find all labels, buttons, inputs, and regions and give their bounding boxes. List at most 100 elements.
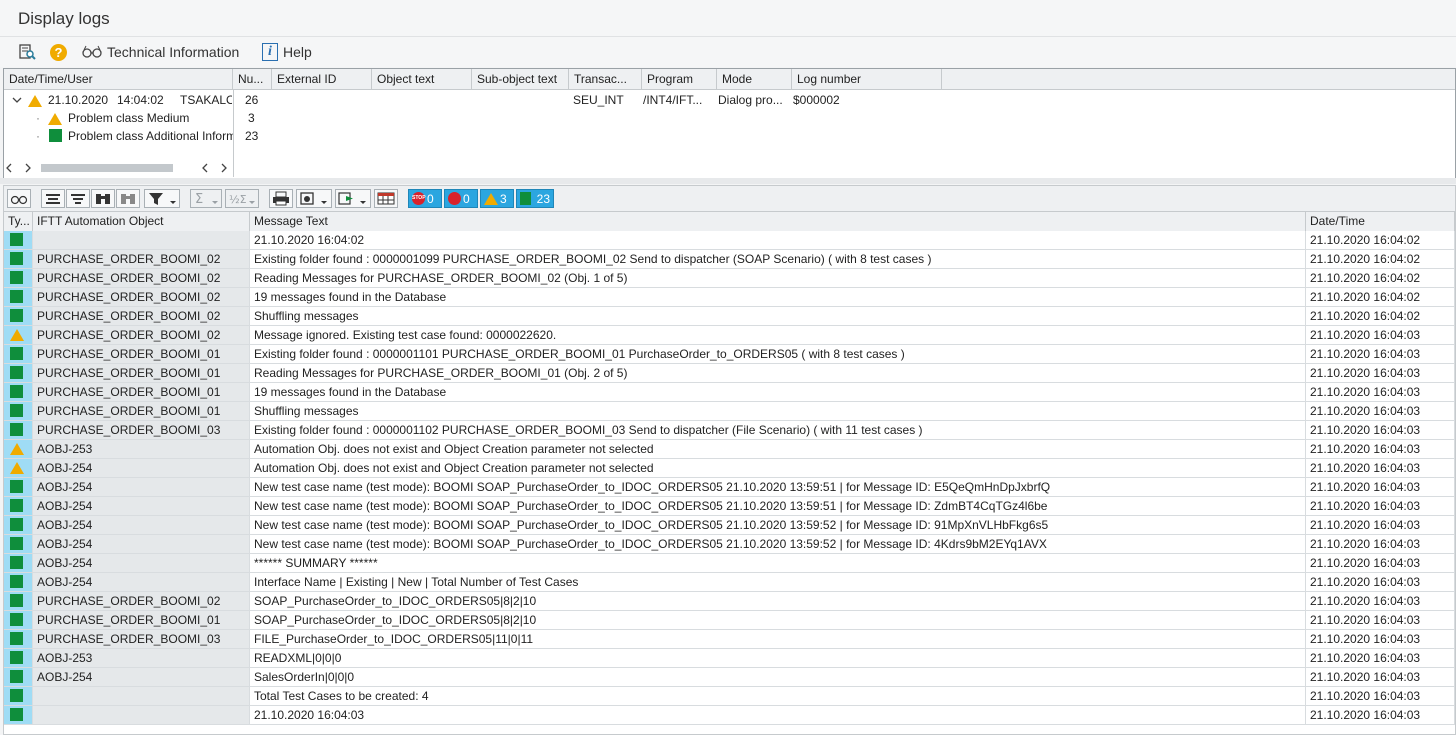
success-square-icon bbox=[10, 670, 23, 683]
table-row[interactable]: PURCHASE_ORDER_BOOMI_02 SOAP_PurchaseOrde… bbox=[4, 592, 1455, 611]
tree-col-number[interactable]: Nu... bbox=[233, 69, 272, 89]
table-row[interactable]: AOBJ-253 READXML|0|0|0 21.10.2020 16:04:03 bbox=[4, 649, 1455, 668]
object-cell: PURCHASE_ORDER_BOOMI_01 bbox=[33, 364, 250, 382]
tree-col-external-id[interactable]: External ID bbox=[272, 69, 372, 89]
object-cell: AOBJ-254 bbox=[33, 516, 250, 534]
table-row[interactable]: PURCHASE_ORDER_BOOMI_02 19 messages found… bbox=[4, 288, 1455, 307]
table-row[interactable]: PURCHASE_ORDER_BOOMI_01 Reading Messages … bbox=[4, 364, 1455, 383]
grid-col-type[interactable]: Ty... bbox=[4, 212, 33, 231]
datetime-cell: 21.10.2020 16:04:03 bbox=[1306, 440, 1455, 458]
print-button[interactable] bbox=[269, 189, 293, 208]
table-row[interactable]: PURCHASE_ORDER_BOOMI_01 Shuffling message… bbox=[4, 402, 1455, 421]
table-row[interactable]: PURCHASE_ORDER_BOOMI_02 Existing folder f… bbox=[4, 250, 1455, 269]
type-cell bbox=[4, 592, 33, 610]
table-row[interactable]: PURCHASE_ORDER_BOOMI_01 Existing folder f… bbox=[4, 345, 1455, 364]
message-cell: New test case name (test mode): BOOMI SO… bbox=[250, 516, 1306, 534]
table-row[interactable]: Total Test Cases to be created: 4 21.10.2… bbox=[4, 687, 1455, 706]
counter-error[interactable]: 0 bbox=[444, 189, 478, 208]
tree-header: Date/Time/User Nu... External ID Object … bbox=[4, 69, 1455, 90]
table-row[interactable]: PURCHASE_ORDER_BOOMI_02 Message ignored. … bbox=[4, 326, 1455, 345]
table-row[interactable]: AOBJ-254 New test case name (test mode): … bbox=[4, 516, 1455, 535]
pane-splitter[interactable]: ..... bbox=[0, 178, 1456, 188]
success-square-icon bbox=[10, 689, 23, 702]
tree-col-object-text[interactable]: Object text bbox=[372, 69, 472, 89]
grid-col-message[interactable]: Message Text bbox=[250, 212, 1306, 231]
table-row[interactable]: PURCHASE_ORDER_BOOMI_01 SOAP_PurchaseOrde… bbox=[4, 611, 1455, 630]
type-cell bbox=[4, 554, 33, 572]
tree-col-mode[interactable]: Mode bbox=[717, 69, 792, 89]
object-cell: PURCHASE_ORDER_BOOMI_01 bbox=[33, 345, 250, 363]
table-row[interactable]: AOBJ-253 Automation Obj. does not exist a… bbox=[4, 440, 1455, 459]
type-cell bbox=[4, 497, 33, 515]
table-row[interactable]: 21.10.2020 16:04:03 21.10.2020 16:04:03 bbox=[4, 706, 1455, 725]
tree-row-problem-medium[interactable]: · Problem class Medium 3 bbox=[4, 109, 1455, 127]
counter-success[interactable]: 23 bbox=[516, 189, 554, 208]
chevron-down-icon[interactable] bbox=[12, 91, 22, 109]
grid-col-object[interactable]: IFTT Automation Object bbox=[33, 212, 250, 231]
table-row[interactable]: AOBJ-254 ****** SUMMARY ****** 21.10.2020 … bbox=[4, 554, 1455, 573]
tree-horizontal-scrollbar[interactable] bbox=[4, 160, 233, 176]
table-row[interactable]: PURCHASE_ORDER_BOOMI_03 Existing folder f… bbox=[4, 421, 1455, 440]
help-circle-button[interactable]: ? bbox=[50, 41, 67, 63]
type-cell bbox=[4, 402, 33, 420]
object-cell: AOBJ-254 bbox=[33, 459, 250, 477]
object-cell bbox=[33, 706, 250, 724]
subtotal-button[interactable]: ½Σ bbox=[225, 189, 259, 208]
table-row[interactable]: PURCHASE_ORDER_BOOMI_03 FILE_PurchaseOrde… bbox=[4, 630, 1455, 649]
tree-col-sub-object-text[interactable]: Sub-object text bbox=[472, 69, 569, 89]
object-cell: AOBJ-253 bbox=[33, 440, 250, 458]
counter-warning-value: 3 bbox=[500, 191, 507, 206]
table-row[interactable]: AOBJ-254 Interface Name | Existing | New … bbox=[4, 573, 1455, 592]
tree-col-datetime[interactable]: Date/Time/User bbox=[4, 69, 233, 89]
success-square-icon bbox=[10, 233, 23, 246]
table-row[interactable]: AOBJ-254 SalesOrderIn|0|0|0 21.10.2020 16:… bbox=[4, 668, 1455, 687]
sort-ascending-button[interactable] bbox=[41, 189, 65, 208]
find-next-button[interactable] bbox=[116, 189, 140, 208]
grid-col-datetime[interactable]: Date/Time bbox=[1306, 212, 1455, 231]
export-button[interactable] bbox=[335, 189, 371, 208]
table-row[interactable]: PURCHASE_ORDER_BOOMI_02 Shuffling message… bbox=[4, 307, 1455, 326]
views-button[interactable] bbox=[296, 189, 332, 208]
find-button[interactable] bbox=[91, 189, 115, 208]
message-cell: Shuffling messages bbox=[250, 307, 1306, 325]
counter-stop[interactable]: STOP 0 bbox=[408, 189, 442, 208]
datetime-cell: 21.10.2020 16:04:03 bbox=[1306, 326, 1455, 344]
inspect-icon bbox=[19, 44, 36, 60]
layout-button[interactable] bbox=[374, 189, 398, 208]
counter-stop-value: 0 bbox=[427, 191, 434, 206]
datetime-cell: 21.10.2020 16:04:03 bbox=[1306, 535, 1455, 553]
total-button[interactable]: Σ bbox=[190, 189, 222, 208]
table-row[interactable]: PURCHASE_ORDER_BOOMI_02 Reading Messages … bbox=[4, 269, 1455, 288]
counter-error-value: 0 bbox=[463, 191, 470, 206]
success-square-icon bbox=[10, 252, 23, 265]
success-square-icon bbox=[10, 385, 23, 398]
sort-descending-button[interactable] bbox=[66, 189, 90, 208]
svg-text:½Σ: ½Σ bbox=[229, 193, 247, 206]
technical-information-button[interactable]: Technical Information bbox=[82, 41, 239, 63]
tree-row-problem-additional[interactable]: · Problem class Additional Inform 23 bbox=[4, 127, 1455, 145]
tree-row-root[interactable]: 21.10.2020 14:04:02 TSAKALO 26 SEU_INT /… bbox=[4, 91, 1455, 109]
tree-child-label: Problem class Additional Inform bbox=[68, 129, 233, 143]
message-cell: 19 messages found in the Database bbox=[250, 288, 1306, 306]
inspect-log-button[interactable] bbox=[18, 41, 36, 63]
details-button[interactable] bbox=[7, 189, 31, 208]
table-row[interactable]: AOBJ-254 New test case name (test mode): … bbox=[4, 535, 1455, 554]
table-row[interactable]: AOBJ-254 New test case name (test mode): … bbox=[4, 497, 1455, 516]
table-row[interactable]: AOBJ-254 Automation Obj. does not exist a… bbox=[4, 459, 1455, 478]
table-row[interactable]: PURCHASE_ORDER_BOOMI_01 19 messages found… bbox=[4, 383, 1455, 402]
bullet-icon: · bbox=[36, 129, 40, 143]
object-cell: PURCHASE_ORDER_BOOMI_03 bbox=[33, 630, 250, 648]
help-button[interactable]: i Help bbox=[262, 41, 312, 63]
filter-button[interactable] bbox=[144, 189, 180, 208]
views-icon bbox=[300, 192, 327, 205]
tree-col-program[interactable]: Program bbox=[642, 69, 717, 89]
object-cell: PURCHASE_ORDER_BOOMI_01 bbox=[33, 402, 250, 420]
object-cell: AOBJ-254 bbox=[33, 478, 250, 496]
counter-warning[interactable]: 3 bbox=[480, 189, 514, 208]
object-cell: PURCHASE_ORDER_BOOMI_02 bbox=[33, 307, 250, 325]
tree-col-transaction[interactable]: Transac... bbox=[569, 69, 642, 89]
table-row[interactable]: AOBJ-254 New test case name (test mode): … bbox=[4, 478, 1455, 497]
tree-col-log-number[interactable]: Log number bbox=[792, 69, 942, 89]
type-cell bbox=[4, 611, 33, 629]
table-row[interactable]: 21.10.2020 16:04:02 21.10.2020 16:04:02 bbox=[4, 231, 1455, 250]
